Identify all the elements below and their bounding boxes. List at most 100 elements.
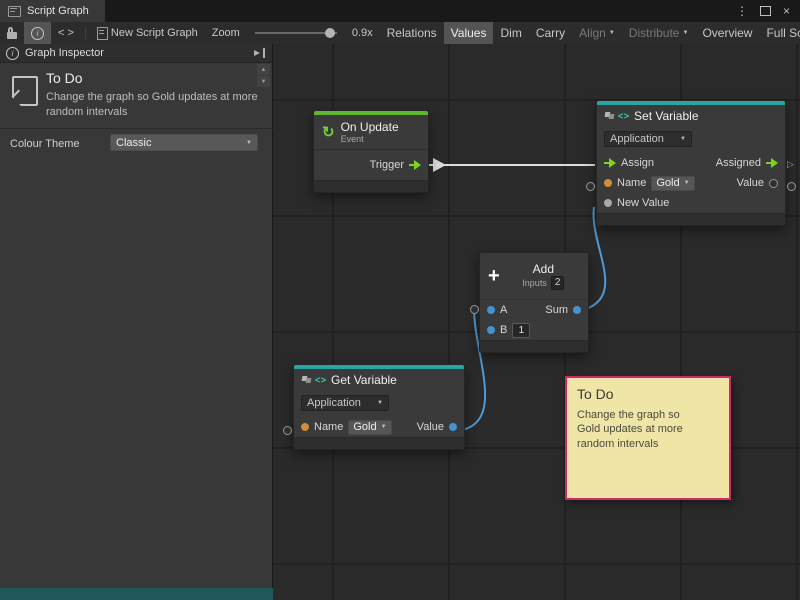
value-port[interactable] — [449, 423, 457, 431]
graph-inspector-title: Graph Inspector — [25, 47, 104, 59]
maximize-icon[interactable] — [760, 6, 771, 16]
value-outer-port[interactable] — [787, 182, 796, 191]
sum-port[interactable] — [573, 306, 581, 314]
value-label: Value — [417, 421, 444, 433]
info-icon: i — [6, 47, 19, 60]
new-value-row: New Value — [597, 193, 785, 213]
b-port[interactable] — [487, 326, 495, 334]
node-footer — [480, 340, 588, 352]
chevron-down-icon: ▼ — [682, 30, 688, 36]
variable-icon: < > — [605, 111, 628, 121]
node-get-variable[interactable]: < > Get Variable Application ▼ Name Gold… — [293, 364, 465, 450]
toolbar-button-align[interactable]: Align ▼ — [572, 22, 622, 44]
trigger-port-icon[interactable] — [409, 160, 421, 170]
node-add[interactable]: + Add Inputs 2 A Sum B 1 — [479, 252, 589, 353]
name-port[interactable] — [301, 423, 309, 431]
chevron-down-icon: ▼ — [680, 136, 686, 142]
inspector-scrollbar: ▲ ▼ — [257, 64, 270, 87]
a-label: A — [500, 304, 507, 316]
code-view-button[interactable]: < > — [51, 22, 81, 44]
inputs-count-badge[interactable]: 2 — [551, 276, 565, 290]
node-footer — [597, 213, 785, 225]
sum-label: Sum — [545, 304, 568, 316]
toolbar-button-values[interactable]: Values — [444, 22, 494, 44]
todo-title: To Do — [46, 70, 83, 86]
node-set-variable[interactable]: < > Set Variable Application ▼ Assign As… — [596, 100, 786, 226]
toolbar-button-distribute[interactable]: Distribute ▼ — [622, 22, 696, 44]
new-script-graph-button[interactable]: New Script Graph — [90, 22, 205, 44]
sticky-note[interactable]: To Do Change the graph so Gold updates a… — [565, 376, 731, 500]
zoom-value: 0.9x — [345, 22, 380, 44]
tab-bar: Script Graph ⋮ × — [0, 0, 800, 22]
get-variable-outer-port[interactable] — [283, 426, 292, 435]
on-update-header: ↻ On Update Event — [314, 115, 428, 149]
tab-label: Script Graph — [27, 5, 89, 17]
assigned-port-icon[interactable] — [766, 158, 778, 168]
new-value-label: New Value — [617, 197, 669, 209]
sticky-note-icon — [12, 76, 38, 106]
get-variable-header: < > Get Variable — [294, 369, 464, 391]
node-title: Get Variable — [331, 373, 397, 387]
variable-scope-dropdown[interactable]: Application ▼ — [604, 131, 692, 147]
a-port[interactable] — [487, 306, 495, 314]
value-label: Value — [737, 177, 764, 189]
zoom-slider[interactable] — [255, 32, 337, 34]
inspect-toggle-button[interactable]: i — [24, 22, 51, 44]
name-value-dropdown[interactable]: Gold ▼ — [348, 420, 391, 435]
dock-icon[interactable] — [254, 48, 266, 58]
b-value-input[interactable]: 1 — [512, 323, 530, 338]
assigned-outer-port-icon[interactable]: ▷ — [787, 160, 794, 169]
name-value: Gold — [656, 177, 679, 189]
node-on-update[interactable]: ↻ On Update Event Trigger — [313, 110, 429, 193]
name-value-row: Name Gold ▼ Value — [294, 417, 464, 437]
name-label: Name — [617, 177, 646, 189]
value-port[interactable] — [769, 179, 778, 188]
variable-scope-dropdown[interactable]: Application ▼ — [301, 395, 389, 411]
toolbar-separator — [85, 26, 86, 40]
scope-value: Application — [307, 397, 361, 409]
scroll-up-button[interactable]: ▲ — [257, 64, 270, 75]
lock-button[interactable] — [0, 22, 24, 44]
name-port[interactable] — [604, 179, 612, 187]
scroll-down-button[interactable]: ▼ — [257, 76, 270, 87]
chevron-down-icon: ▼ — [609, 30, 615, 36]
node-footer — [314, 180, 428, 192]
scope-row: Application ▼ — [597, 127, 785, 153]
new-value-port[interactable] — [604, 199, 612, 207]
set-variable-name-outer-port[interactable] — [586, 182, 595, 191]
name-row: Name Gold ▼ Value — [597, 173, 785, 193]
b-row: B 1 — [480, 320, 588, 340]
close-icon[interactable]: × — [783, 4, 790, 18]
set-variable-header: < > Set Variable — [597, 105, 785, 127]
menu-icon[interactable]: ⋮ — [736, 4, 748, 18]
toolbar-button-fullscreen[interactable]: Full Screen — [759, 22, 800, 44]
graph-canvas[interactable]: ↻ On Update Event Trigger < > Set Variab… — [273, 44, 800, 600]
tab-script-graph[interactable]: Script Graph — [0, 0, 105, 22]
toolbar-button-overview[interactable]: Overview — [695, 22, 759, 44]
loop-icon: ↻ — [322, 125, 335, 140]
b-label: B — [500, 324, 507, 336]
assign-port-icon[interactable] — [604, 158, 616, 168]
toolbar-button-carry[interactable]: Carry — [529, 22, 572, 44]
inspector-divider — [0, 128, 273, 129]
add-a-outer-port[interactable] — [470, 305, 479, 314]
align-label: Align — [579, 26, 606, 40]
zoom-slider-handle[interactable] — [325, 28, 335, 38]
wire-arrowhead-icon — [433, 158, 446, 172]
info-icon: i — [31, 27, 44, 40]
toolbar-button-relations[interactable]: Relations — [380, 22, 444, 44]
toolbar-button-dim[interactable]: Dim — [493, 22, 528, 44]
colour-theme-dropdown[interactable]: Classic ▼ — [110, 134, 258, 151]
node-title: Set Variable — [634, 109, 698, 123]
name-label: Name — [314, 421, 343, 433]
name-value-dropdown[interactable]: Gold ▼ — [651, 176, 694, 191]
window-controls: ⋮ × — [736, 0, 800, 22]
sticky-note-body: Change the graph so Gold updates at more… — [577, 408, 695, 451]
new-script-graph-label: New Script Graph — [111, 27, 198, 39]
node-footer — [294, 437, 464, 449]
distribute-label: Distribute — [629, 26, 680, 40]
assigned-label: Assigned — [716, 157, 761, 169]
inputs-label: Inputs — [522, 278, 547, 288]
node-title: Add — [507, 262, 580, 276]
colour-theme-label: Colour Theme — [10, 138, 80, 150]
